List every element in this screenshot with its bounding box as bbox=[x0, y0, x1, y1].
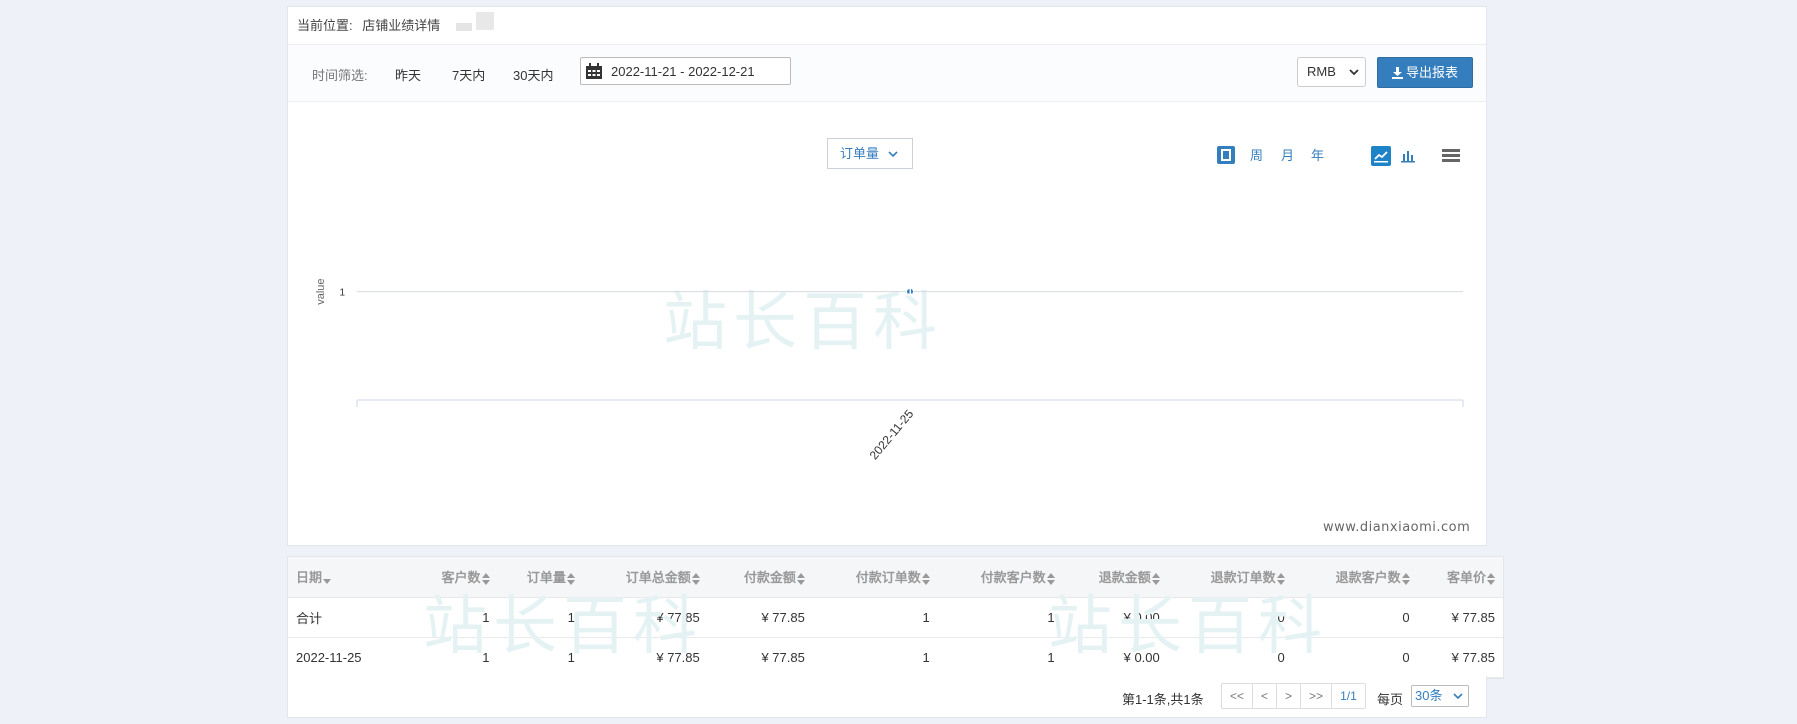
filter-7-days[interactable]: 7天内 bbox=[452, 65, 485, 84]
pagination-summary: 第1-1条,共1条 bbox=[1122, 692, 1204, 707]
currency-value: RMB bbox=[1307, 64, 1336, 79]
column-header[interactable]: 订单总金额 bbox=[582, 557, 708, 598]
table-cell: ¥ 77.85 bbox=[707, 597, 813, 638]
column-header[interactable]: 退款订单数 bbox=[1167, 557, 1293, 598]
column-header-label: 订单总金额 bbox=[625, 570, 691, 586]
table-cell: 0 bbox=[1292, 597, 1418, 638]
pagination-buttons: << < > >> 1/1 bbox=[1221, 683, 1366, 709]
column-header[interactable]: 付款金额 bbox=[707, 557, 813, 598]
table-cell: 1 bbox=[812, 597, 938, 638]
table-body: 合计 1 1 ¥ 77.85 ¥ 77.85 1 1 ¥ 0.00 0 0 ¥ 77.85 2022-… bbox=[288, 597, 1503, 678]
export-report-button[interactable]: 导出报表 bbox=[1377, 57, 1473, 88]
column-header[interactable]: 客单价 bbox=[1417, 557, 1503, 598]
table-cell: 合计 bbox=[288, 597, 413, 638]
filter-yesterday[interactable]: 昨天 bbox=[395, 65, 421, 84]
prev-page-button[interactable]: < bbox=[1253, 684, 1278, 708]
table-cell: 1 bbox=[497, 637, 583, 678]
per-page-value: 30条 bbox=[1415, 688, 1443, 703]
chart-area: 站长百科 订单量 周 月 年 1 value 1 2022-11-25 www.dia… bbox=[288, 103, 1488, 547]
pagination: 第1-1条,共1条 << < > >> 1/1 每页 30条 bbox=[287, 676, 1487, 718]
sort-icon bbox=[566, 572, 575, 585]
table-cell: 1 bbox=[412, 637, 498, 678]
column-header-label: 付款金额 bbox=[743, 570, 796, 586]
table-cell: ¥ 77.85 bbox=[1417, 597, 1503, 638]
per-page-select[interactable]: 30条 bbox=[1411, 685, 1469, 707]
calendar-icon bbox=[586, 63, 602, 79]
table-cell: 1 bbox=[812, 637, 938, 678]
sort-icon bbox=[1151, 572, 1160, 585]
column-header[interactable]: 订单量 bbox=[497, 557, 583, 598]
table-cell: ¥ 77.85 bbox=[707, 637, 813, 678]
currency-select[interactable]: RMB bbox=[1297, 57, 1366, 87]
export-label: 导出报表 bbox=[1405, 65, 1458, 80]
column-header-label: 退款客户数 bbox=[1335, 570, 1401, 586]
column-header[interactable]: 退款客户数 bbox=[1292, 557, 1418, 598]
table-row: 合计 1 1 ¥ 77.85 ¥ 77.85 1 1 ¥ 0.00 0 0 ¥ 77.85 bbox=[288, 597, 1503, 638]
sort-icon bbox=[1276, 572, 1285, 585]
column-header[interactable]: 付款订单数 bbox=[812, 557, 938, 598]
table-cell: ¥ 0.00 bbox=[1062, 637, 1168, 678]
table-cell: 1 bbox=[937, 637, 1063, 678]
download-icon bbox=[1391, 66, 1403, 79]
column-header-label: 退款订单数 bbox=[1210, 570, 1276, 586]
table-cell: ¥ 77.85 bbox=[582, 637, 708, 678]
table-row: 2022-11-25 1 1 ¥ 77.85 ¥ 77.85 1 1 ¥ 0.00 0 0 ¥ 77… bbox=[288, 637, 1503, 678]
sort-icon bbox=[796, 572, 805, 585]
y-axis-label: value bbox=[315, 279, 327, 305]
placeholder-blocks bbox=[455, 8, 494, 46]
data-label: 1 bbox=[907, 287, 913, 298]
table-header-row: 日期 客户数 订单量 订单总金额 付款金额 付款订单数 付款客户数 退款金额 退款订单数 退款客户… bbox=[288, 557, 1503, 598]
breadcrumb-current: 店铺业绩详情 bbox=[362, 18, 441, 33]
column-header[interactable]: 退款金额 bbox=[1062, 557, 1168, 598]
breadcrumb-label: 当前位置: bbox=[297, 18, 353, 33]
table-cell: ¥ 77.85 bbox=[1417, 637, 1503, 678]
first-page-button[interactable]: << bbox=[1222, 684, 1254, 708]
next-page-button[interactable]: > bbox=[1277, 684, 1302, 708]
sort-icon bbox=[1046, 572, 1055, 585]
column-header-label: 订单量 bbox=[526, 570, 566, 586]
table-cell: ¥ 77.85 bbox=[582, 597, 708, 638]
breadcrumb: 当前位置: 店铺业绩详情 bbox=[288, 7, 1486, 45]
report-table: 站长百科 站长百科 日期 客户数 订单量 订单总金额 付款金额 付款订单数 付款客户数 退款金… bbox=[287, 556, 1504, 679]
column-header-label: 付款订单数 bbox=[855, 570, 921, 586]
time-filter-bar: 时间筛选: 昨天 7天内 30天内 2022-11-21 - 2022-12-2… bbox=[288, 45, 1486, 102]
column-header-label: 日期 bbox=[296, 570, 323, 586]
column-header-label: 客单价 bbox=[1446, 570, 1486, 586]
sort-icon bbox=[1401, 572, 1410, 585]
table-cell: 0 bbox=[1167, 597, 1293, 638]
line-chart: 1 value 1 2022-11-25 bbox=[315, 279, 1464, 463]
sort-icon bbox=[1487, 572, 1495, 585]
chevron-down-icon bbox=[1453, 693, 1463, 700]
filter-30-days[interactable]: 30天内 bbox=[513, 65, 553, 84]
page-indicator: 1/1 bbox=[1340, 689, 1357, 703]
table-cell: ¥ 0.00 bbox=[1062, 597, 1168, 638]
table-cell: 0 bbox=[1292, 637, 1418, 678]
column-header-label: 付款客户数 bbox=[980, 570, 1046, 586]
column-header-label: 客户数 bbox=[441, 570, 481, 586]
sort-icon bbox=[921, 572, 930, 585]
last-page-button[interactable]: >> bbox=[1301, 684, 1333, 708]
table-cell: 1 bbox=[937, 597, 1063, 638]
sort-icon bbox=[691, 572, 700, 585]
y-tick-label: 1 bbox=[339, 288, 345, 299]
column-header[interactable]: 客户数 bbox=[412, 557, 498, 598]
per-page-label: 每页 bbox=[1377, 692, 1404, 707]
table-cell: 1 bbox=[412, 597, 498, 638]
x-tick-label: 2022-11-25 bbox=[867, 407, 917, 463]
column-header-label: 退款金额 bbox=[1098, 570, 1151, 586]
table-cell: 0 bbox=[1167, 637, 1293, 678]
sort-icon bbox=[481, 572, 490, 585]
column-header[interactable]: 日期 bbox=[288, 557, 413, 598]
chevron-down-icon bbox=[1349, 69, 1359, 76]
time-filter-label: 时间筛选: bbox=[312, 68, 368, 83]
site-credit: www.dianxiaomi.com bbox=[1323, 520, 1471, 535]
table-cell: 2022-11-25 bbox=[288, 637, 413, 678]
report-panel: 当前位置: 店铺业绩详情 时间筛选: 昨天 7天内 30天内 2022-11-2… bbox=[287, 6, 1487, 546]
sort-desc-icon bbox=[323, 578, 332, 584]
date-range-value: 2022-11-21 - 2022-12-21 bbox=[611, 64, 755, 79]
column-header[interactable]: 付款客户数 bbox=[937, 557, 1063, 598]
date-range-input[interactable]: 2022-11-21 - 2022-12-21 bbox=[580, 57, 791, 85]
table-cell: 1 bbox=[497, 597, 583, 638]
